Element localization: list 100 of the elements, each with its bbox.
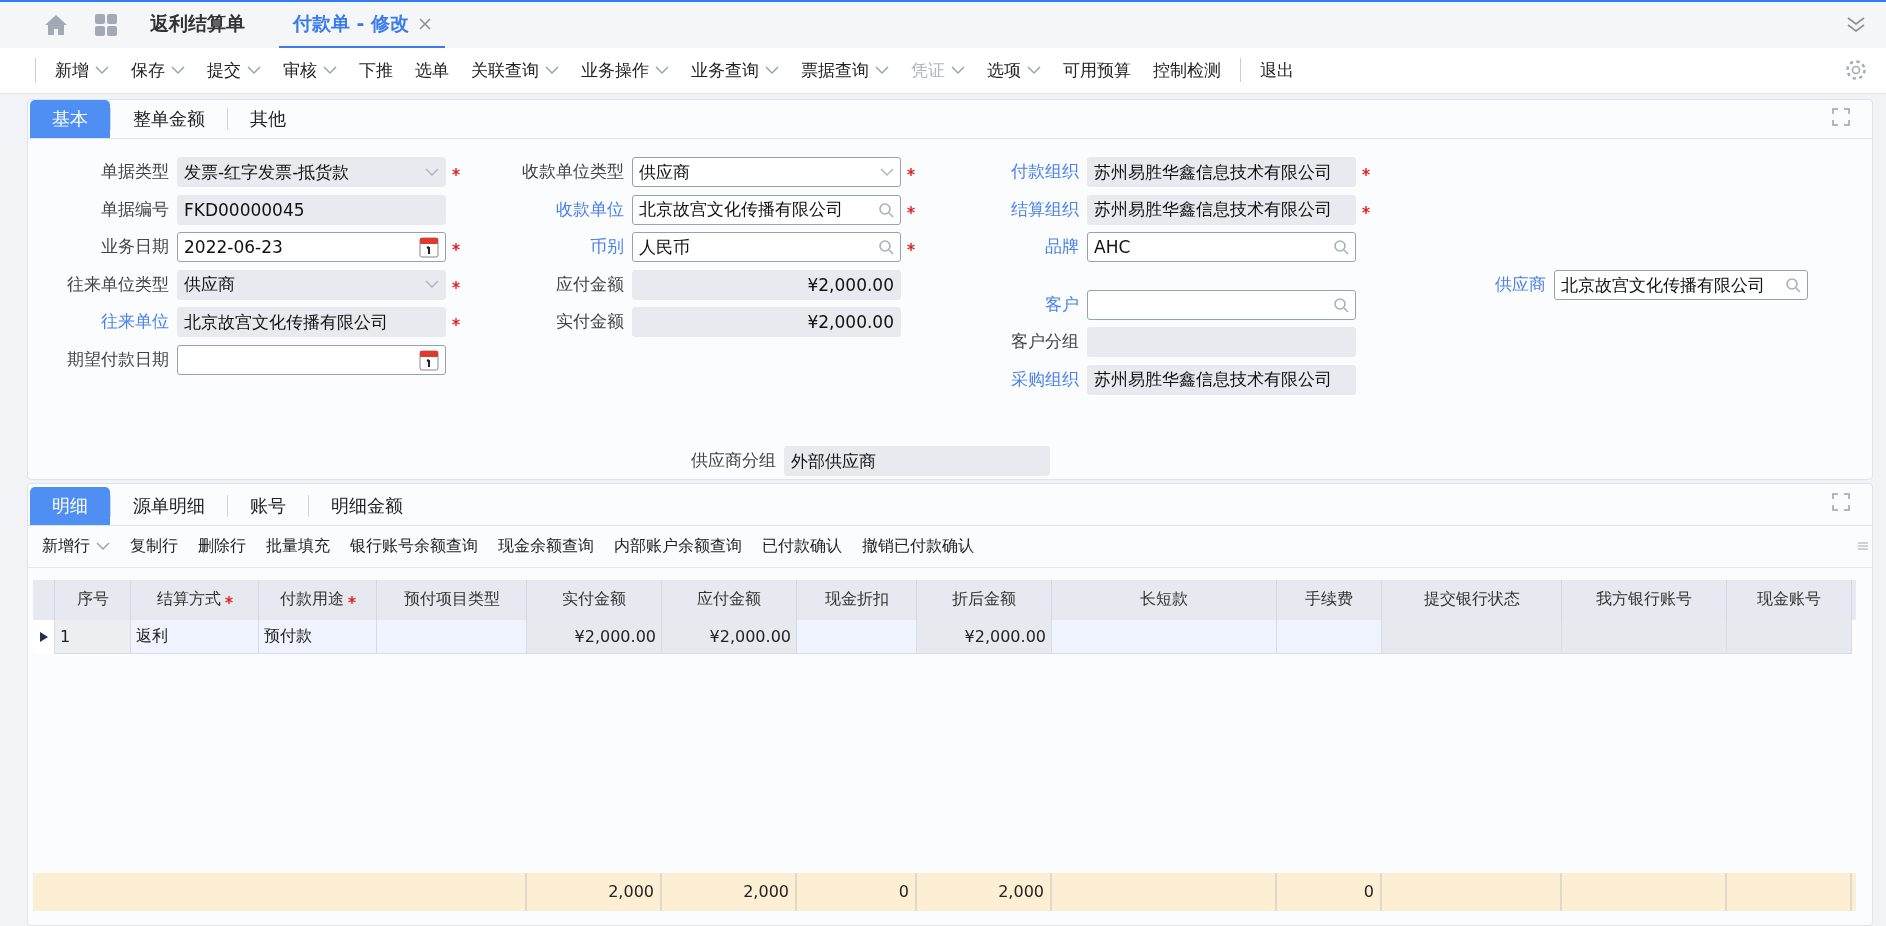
expand-icon[interactable]	[1832, 107, 1850, 126]
field-label: 业务日期	[100, 236, 170, 259]
section-tab[interactable]: 源单明细	[111, 486, 227, 525]
search-icon	[1333, 296, 1349, 313]
toolbar-button[interactable]: 提交	[196, 58, 272, 82]
field-label: 往来单位类型	[66, 273, 170, 296]
total-cell: 2,000	[662, 873, 797, 911]
input-field[interactable]: 北京故宫文化传播有限公司	[1554, 270, 1808, 301]
section-tab[interactable]: 整单金额	[111, 99, 227, 138]
toolbar-button[interactable]: 新增行	[32, 535, 120, 557]
toolbar-button[interactable]: 票据查询	[790, 58, 900, 82]
toolbar-button[interactable]: 保存	[120, 58, 196, 82]
column-header[interactable]: 折后金额	[917, 579, 1052, 620]
toolbar-button[interactable]: 现金余额查询	[488, 535, 604, 557]
field-label: 币别	[589, 236, 625, 259]
input-field[interactable]: 供应商	[177, 269, 446, 300]
total-cell: 2,000	[917, 873, 1052, 911]
column-header[interactable]: 现金账号	[1727, 579, 1852, 620]
input-field[interactable]: 发票-红字发票-抵货款	[177, 157, 446, 188]
input-field[interactable]	[1087, 289, 1356, 320]
table-cell: 返利	[131, 619, 259, 654]
input-field[interactable]: 北京故宫文化传播有限公司	[632, 194, 901, 225]
field-label: 单据编号	[100, 198, 170, 221]
toolbar-button[interactable]: 已付款确认	[752, 535, 852, 557]
input-field[interactable]: 供应商	[632, 157, 901, 188]
required-icon	[452, 243, 460, 252]
input-field[interactable]	[177, 344, 446, 375]
section-tab[interactable]: 明细金额	[309, 486, 425, 525]
toolbar-button[interactable]: 退出	[1249, 58, 1305, 82]
field-label: 采购组织	[1010, 368, 1080, 391]
field-label: 品牌	[1044, 236, 1080, 259]
close-icon[interactable]	[419, 18, 432, 31]
required-icon	[907, 168, 915, 177]
section-tab[interactable]: 账号	[228, 486, 308, 525]
required-icon	[907, 205, 915, 214]
collapse-icon[interactable]	[1846, 16, 1866, 35]
field-label: 收款单位类型	[521, 161, 625, 184]
input-field[interactable]: 苏州易胜华鑫信息技术有限公司	[1087, 194, 1356, 225]
toolbar-button[interactable]: 新增	[44, 58, 120, 82]
column-header[interactable]: 现金折扣	[797, 579, 917, 620]
expand-icon[interactable]	[1832, 493, 1850, 512]
column-header[interactable]: 我方银行账号	[1562, 579, 1727, 620]
input-field[interactable]: ¥2,000.00	[632, 307, 901, 338]
toolbar-button[interactable]: 关联查询	[460, 58, 570, 82]
column-header[interactable]: 提交银行状态	[1382, 579, 1562, 620]
required-icon	[452, 280, 460, 289]
column-header[interactable]: 序号	[55, 579, 131, 620]
chevron-down-icon	[247, 65, 261, 75]
section-tab[interactable]: 其他	[228, 99, 308, 138]
column-header[interactable]: 应付金额	[662, 579, 797, 620]
search-icon	[1785, 277, 1801, 294]
toolbar-button[interactable]: 控制检测	[1142, 58, 1232, 82]
input-field[interactable]: 北京故宫文化传播有限公司	[177, 307, 446, 338]
field-label: 实付金额	[555, 311, 625, 334]
table-cell: ¥2,000.00	[917, 619, 1052, 654]
required-icon	[452, 318, 460, 327]
required-icon	[1362, 168, 1370, 177]
chevron-down-icon	[655, 65, 669, 75]
toolbar-button[interactable]: 内部账户余额查询	[604, 535, 752, 557]
toolbar-button[interactable]: 选单	[404, 58, 460, 82]
toolbar-button[interactable]: 业务查询	[680, 58, 790, 82]
toolbar-button[interactable]: 撤销已付款确认	[852, 535, 984, 557]
column-header[interactable]: 付款用途	[259, 579, 377, 620]
toolbar-button[interactable]: 可用预算	[1052, 58, 1142, 82]
toolbar-button[interactable]: 复制行	[120, 535, 188, 557]
column-header[interactable]: 长短款	[1052, 579, 1277, 620]
column-header[interactable]: 预付项目类型	[377, 579, 527, 620]
search-icon	[878, 239, 894, 256]
toolbar-button[interactable]: 删除行	[188, 535, 256, 557]
field-label: 单据类型	[100, 161, 170, 184]
toolbar-button[interactable]: 下推	[348, 58, 404, 82]
input-field[interactable]: AHC	[1087, 232, 1356, 263]
input-field[interactable]: 苏州易胜华鑫信息技术有限公司	[1087, 364, 1356, 395]
toolbar-button[interactable]: 银行账号余额查询	[340, 535, 488, 557]
field-label: 客户分组	[1010, 331, 1080, 354]
toolbar-button[interactable]: 批量填充	[256, 535, 340, 557]
field-label: 收款单位	[555, 198, 625, 221]
toolbar-button[interactable]: 业务操作	[570, 58, 680, 82]
field-label: 客户	[1044, 293, 1080, 316]
settings-icon[interactable]	[1845, 59, 1867, 82]
chevron-down-icon	[1027, 65, 1041, 75]
page-tab[interactable]: 返利结算单	[136, 2, 259, 49]
column-header[interactable]: 手续费	[1277, 579, 1382, 620]
toolbar-button[interactable]: 选项	[976, 58, 1052, 82]
input-field[interactable]: 外部供应商	[784, 446, 1050, 477]
column-header[interactable]: 结算方式	[131, 579, 259, 620]
chevron-down-icon	[545, 65, 559, 75]
menu-icon[interactable]	[1858, 541, 1868, 552]
table-cell: 预付款	[259, 619, 377, 654]
chevron-down-icon	[96, 541, 110, 551]
input-field[interactable]: 苏州易胜华鑫信息技术有限公司	[1087, 157, 1356, 188]
column-header[interactable]: 实付金额	[527, 579, 662, 620]
toolbar-button[interactable]: 审核	[272, 58, 348, 82]
input-field[interactable]: ¥2,000.00	[632, 269, 901, 300]
home-icon[interactable]	[44, 14, 68, 37]
grid-icon[interactable]	[95, 14, 117, 37]
total-cell: 0	[797, 873, 917, 911]
input-field[interactable]: 2022-06-23	[177, 232, 446, 263]
input-field[interactable]: 人民币	[632, 232, 901, 263]
input-field[interactable]: FKD00000045	[177, 194, 446, 225]
